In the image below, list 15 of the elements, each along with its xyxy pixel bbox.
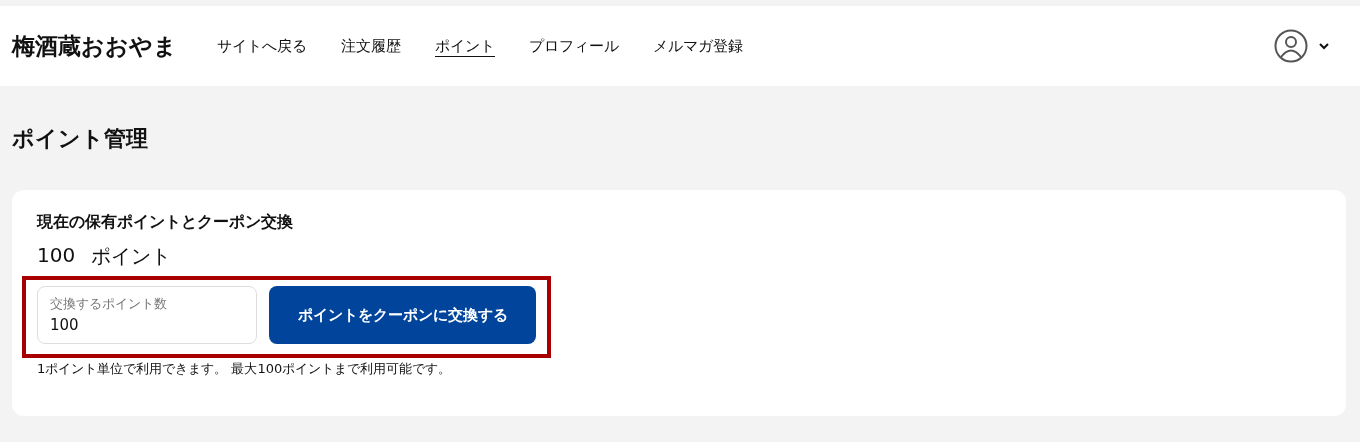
site-logo[interactable]: 梅酒蔵おおやま [12, 30, 177, 62]
page-title: ポイント管理 [12, 125, 149, 153]
chevron-down-icon[interactable] [1318, 42, 1330, 50]
nav-link[interactable]: ポイント [435, 34, 495, 58]
user-avatar-icon[interactable] [1274, 29, 1308, 63]
point-unit: ポイント [91, 243, 172, 270]
section-heading: 現在の保有ポイントとクーポン交換 [37, 212, 294, 233]
help-text: 1ポイント単位で利用できます。 最大100ポイントまで利用可能です。 [37, 360, 453, 378]
exchange-button[interactable]: ポイントをクーポンに交換する [269, 286, 536, 344]
nav-link[interactable]: 注文履歴 [341, 34, 401, 58]
nav-link[interactable]: プロフィール [529, 34, 619, 58]
nav-link[interactable]: メルマガ登録 [653, 34, 743, 58]
field-label: 交換するポイント数 [50, 295, 167, 313]
point-balance: 100 [37, 243, 76, 269]
nav-link[interactable]: サイトへ戻る [217, 34, 307, 58]
